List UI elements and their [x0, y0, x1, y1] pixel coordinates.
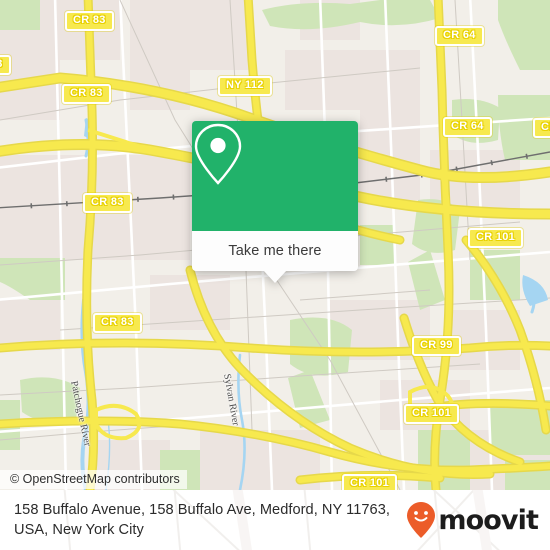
address-text: 158 Buffalo Avenue, 158 Buffalo Ave, Med… — [14, 502, 390, 538]
road-shield-ny112: NY 112 — [218, 76, 272, 96]
road-shield-cr101-2: CR 101 — [404, 404, 460, 424]
road-shield-cr83-edge: CR 83 — [0, 55, 11, 75]
road-shield-cr83-2: CR 83 — [62, 84, 111, 104]
moovit-logo[interactable]: moovit — [406, 501, 539, 539]
bottom-info-bar: 158 Buffalo Avenue, 158 Buffalo Ave, Med… — [0, 490, 550, 550]
map-pin-icon — [194, 123, 242, 185]
osm-attribution[interactable]: © OpenStreetMap contributors — [0, 470, 187, 489]
moovit-wordmark: moovit — [438, 504, 539, 536]
map-screen: CR 83 CR 83 CR 83 NY 112 CR 64 CR 64 CR … — [0, 0, 550, 550]
take-me-there-label: Take me there — [228, 243, 322, 259]
road-shield-cr64-1: CR 64 — [435, 26, 484, 46]
road-shield-cr83-1: CR 83 — [65, 11, 114, 31]
road-shield-cr83-4: CR 83 — [93, 313, 142, 333]
road-shield-cr101-3: CR 101 — [342, 474, 398, 490]
road-shield-cr99: CR 99 — [412, 336, 461, 356]
popup-header — [192, 121, 358, 231]
popup-pointer — [263, 270, 287, 283]
road-shield-cr101-1: CR 101 — [468, 228, 524, 248]
map-canvas[interactable]: CR 83 CR 83 CR 83 NY 112 CR 64 CR 64 CR … — [0, 0, 550, 490]
location-popup[interactable]: Take me there — [192, 121, 358, 283]
road-shield-cr83-3: CR 83 — [83, 193, 132, 213]
moovit-smiley-pin-icon — [407, 502, 436, 538]
road-shield-cr101-edge: CR 101 — [533, 118, 550, 138]
road-shield-cr64-2: CR 64 — [443, 117, 492, 137]
popup-action-bar[interactable]: Take me there — [192, 231, 358, 283]
